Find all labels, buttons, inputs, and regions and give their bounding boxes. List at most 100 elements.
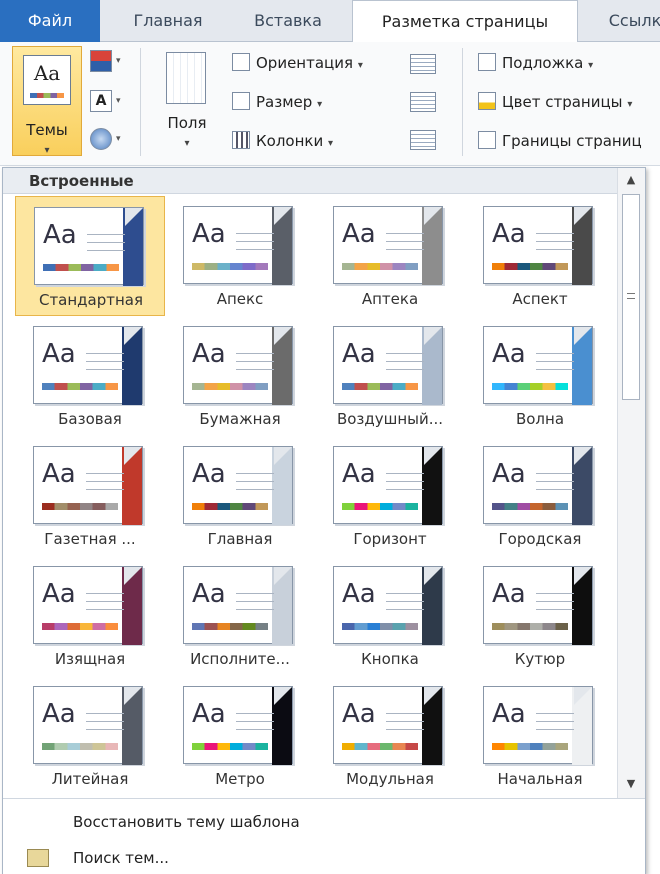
theme-label: Литейная [51,770,129,788]
theme-item[interactable]: Aa Апекс [165,196,315,316]
text-line [386,241,424,242]
theme-font-sample: Aa [192,579,226,609]
text-line [86,729,124,730]
line-numbers-icon[interactable] [410,92,436,112]
orientation-button[interactable]: Ориентация ▾ [232,50,363,76]
theme-item[interactable]: Aa Метро [165,676,315,796]
scroll-up-icon[interactable]: ▲ [621,170,641,190]
columns-button[interactable]: Колонки ▾ [232,128,333,154]
theme-color-stripe [492,743,568,750]
theme-effects-dropdown-icon[interactable]: ▾ [116,134,121,144]
theme-item[interactable]: Aa Горизонт [315,436,465,556]
theme-label: Начальная [497,770,583,788]
size-button[interactable]: Размер ▾ [232,89,322,115]
theme-item[interactable]: Aa Бумажная [165,316,315,436]
theme-item[interactable]: Aa Аптека [315,196,465,316]
theme-item[interactable]: Aa Газетная ... [15,436,165,556]
page-fold-icon [424,567,442,585]
theme-item[interactable]: Aa Начальная [465,676,615,796]
tab-references[interactable]: Ссылк [590,0,660,42]
theme-font-sample: Aa [42,699,76,729]
theme-color-stripe [42,743,118,750]
theme-item[interactable]: Aa Городская [465,436,615,556]
theme-item[interactable]: Aa Кнопка [315,556,465,676]
watermark-label: Подложка [502,54,584,72]
theme-thumbnail: Aa [333,446,443,525]
page-color-icon [478,91,496,110]
theme-thumbnail: Aa [183,206,293,285]
theme-color-stripe [492,383,568,390]
breaks-icon[interactable] [410,54,436,74]
folder-icon [27,849,49,867]
theme-color-stripe [192,383,268,390]
themes-icon: Aa [23,55,71,105]
theme-label: Аспект [512,290,568,308]
text-line [386,233,424,234]
text-line [536,729,574,730]
theme-thumbnail: Aa [483,566,593,645]
theme-item[interactable]: Aa Воздушный... [315,316,465,436]
page-fold-icon [274,567,292,585]
theme-item[interactable]: Aa Базовая [15,316,165,436]
find-themes-item[interactable]: Поиск тем... [73,849,169,867]
text-line [386,481,424,482]
theme-label: Исполните... [190,650,290,668]
text-line [236,729,274,730]
page-fold-icon [125,208,143,226]
theme-item[interactable]: Aa Кутюр [465,556,615,676]
text-line [236,233,274,234]
themes-button[interactable]: Aa Темы ▾ [12,46,82,156]
text-line [236,481,274,482]
reset-theme-item[interactable]: Восстановить тему шаблона [73,813,300,831]
text-line [236,249,274,250]
size-label: Размер [256,93,313,111]
theme-color-stripe [192,263,268,270]
theme-color-stripe [342,503,418,510]
theme-item[interactable]: Aa Аспект [465,196,615,316]
gallery-scrollbar[interactable]: ▲ ▼ [617,168,645,798]
text-line [386,593,424,594]
hyphenation-icon[interactable] [410,130,436,150]
theme-colors-dropdown-icon[interactable]: ▾ [116,56,121,66]
scroll-down-icon[interactable]: ▼ [621,774,641,794]
tab-file[interactable]: Файл [0,0,100,42]
tab-page-layout[interactable]: Разметка страницы [352,0,578,43]
theme-item[interactable]: Aa Модульная [315,676,465,796]
page-color-button[interactable]: Цвет страницы ▾ [478,89,632,115]
text-line [86,601,124,602]
text-line [236,473,274,474]
theme-item[interactable]: Aa Стандартная [15,196,165,316]
theme-colors-icon[interactable] [90,50,112,72]
text-line [236,241,274,242]
theme-fonts-dropdown-icon[interactable]: ▾ [116,96,121,106]
scroll-thumb[interactable] [622,194,640,400]
text-line [536,609,574,610]
theme-fonts-icon[interactable]: A [90,90,112,112]
orientation-icon [232,52,250,71]
theme-thumbnail: Aa [34,207,144,286]
theme-thumbnail: Aa [33,446,143,525]
theme-color-stripe [192,503,268,510]
theme-item[interactable]: Aa Исполните... [165,556,315,676]
theme-thumbnail: Aa [33,686,143,765]
theme-color-stripe [342,263,418,270]
text-line [386,721,424,722]
tab-insert[interactable]: Вставка [236,0,340,42]
theme-item[interactable]: Aa Волна [465,316,615,436]
page-borders-button[interactable]: Границы страниц [478,128,642,154]
text-line [86,353,124,354]
theme-item[interactable]: Aa Главная [165,436,315,556]
watermark-button[interactable]: Подложка ▾ [478,50,593,76]
text-line [86,481,124,482]
tab-home[interactable]: Главная [112,0,224,42]
theme-thumbnail: Aa [483,326,593,405]
theme-item[interactable]: Aa Изящная [15,556,165,676]
theme-item[interactable]: Aa Литейная [15,676,165,796]
page-fold-icon [574,567,592,585]
theme-effects-icon[interactable] [90,128,112,150]
margins-button[interactable]: Поля ▾ [150,46,224,156]
page-color-label: Цвет страницы [502,93,623,111]
theme-color-stripe [42,383,118,390]
page-fold-icon [424,207,442,225]
columns-icon [232,130,250,149]
